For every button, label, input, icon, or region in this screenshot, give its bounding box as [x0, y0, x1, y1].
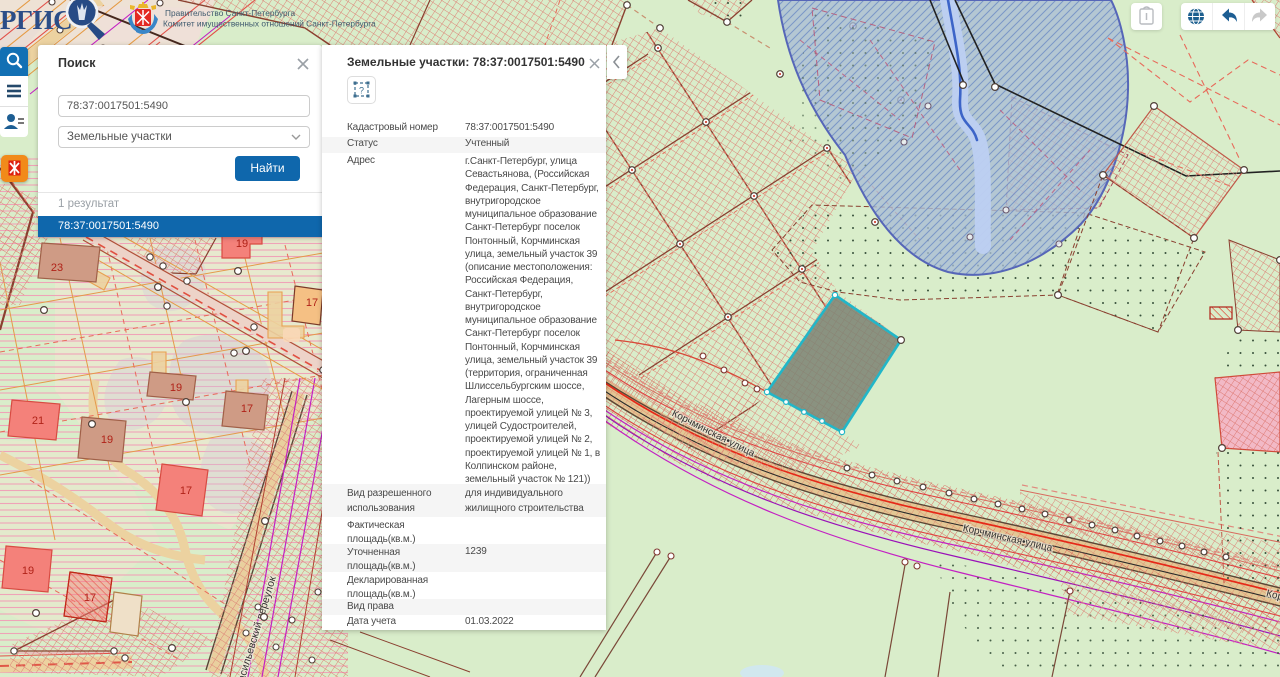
- svg-text:19: 19: [22, 565, 34, 577]
- svg-text:19: 19: [236, 238, 248, 250]
- svg-text:17: 17: [241, 403, 253, 415]
- svg-text:21: 21: [32, 415, 44, 427]
- svg-text:Комитет имущественных отношени: Комитет имущественных отношений Санкт-Пе…: [163, 19, 376, 29]
- svg-text:17: 17: [84, 592, 96, 604]
- svg-text:?: ?: [359, 86, 364, 96]
- svg-text:17: 17: [180, 485, 192, 497]
- svg-text:17: 17: [306, 297, 318, 309]
- svg-text:19: 19: [170, 382, 182, 394]
- svg-text:19: 19: [101, 434, 113, 446]
- svg-text:РГИС: РГИС: [0, 5, 72, 35]
- svg-text:Правительство Санкт-Петербурга: Правительство Санкт-Петербурга: [165, 8, 296, 18]
- svg-text:23: 23: [51, 262, 63, 274]
